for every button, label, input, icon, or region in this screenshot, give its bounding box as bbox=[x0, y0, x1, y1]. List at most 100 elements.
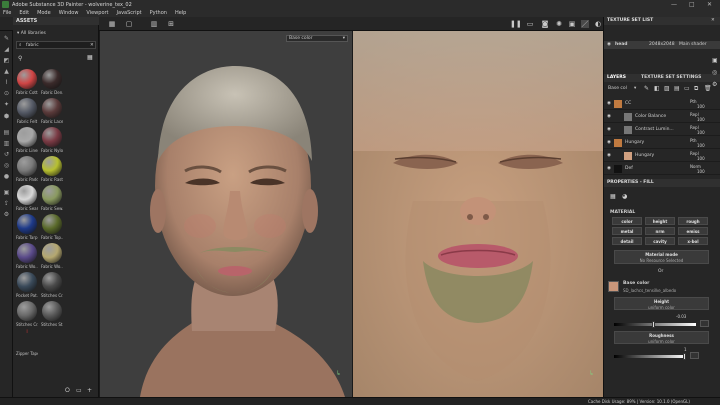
material-tile[interactable]: ╵ Zipper Tape bbox=[16, 330, 38, 356]
menu-help[interactable]: Help bbox=[175, 10, 186, 16]
export-icon[interactable]: ⇪ bbox=[3, 200, 10, 207]
material-tile[interactable]: Fabric Top... bbox=[41, 214, 63, 240]
layer-visibility-icon[interactable]: ◉ bbox=[607, 101, 611, 106]
material-tile[interactable]: Fabric Seam bbox=[16, 185, 38, 211]
viewport-2d[interactable]: Base color ▾ ┕ bbox=[353, 31, 603, 397]
material-tab-icon[interactable]: ◕ bbox=[622, 193, 627, 200]
add-effect-icon[interactable]: ✎ bbox=[644, 85, 649, 92]
display-settings-icon[interactable]: ◎ bbox=[3, 162, 10, 169]
material-tile[interactable]: Fabric Den... bbox=[41, 69, 63, 95]
panel-close-icon[interactable]: ✕ bbox=[711, 18, 715, 23]
eraser-tool-icon[interactable]: ◢ bbox=[3, 46, 10, 53]
menu-mode[interactable]: Mode bbox=[37, 10, 51, 16]
minimize-button[interactable]: — bbox=[671, 1, 677, 8]
duplicate-icon[interactable]: ⧉ bbox=[694, 85, 698, 93]
camera-icon[interactable]: ◙ bbox=[541, 20, 549, 28]
layer-visibility-icon[interactable]: ◉ bbox=[607, 153, 611, 158]
brush-tool-icon[interactable]: ／ bbox=[581, 20, 589, 28]
add-folder-icon[interactable]: ▭ bbox=[684, 85, 690, 92]
height-slider[interactable] bbox=[614, 323, 696, 326]
channel-toggle-x-bol[interactable]: x-bol bbox=[678, 237, 708, 245]
height-slider-handle[interactable] bbox=[652, 321, 655, 328]
assets-panel-icon[interactable]: ▤ bbox=[3, 129, 10, 136]
material-tile[interactable]: Stitches Cr... bbox=[16, 301, 38, 327]
display-mode-icon[interactable]: ⊞ bbox=[167, 20, 175, 28]
plugin-icon[interactable]: ⚙ bbox=[3, 211, 10, 218]
layer-visibility-icon[interactable]: ◉ bbox=[607, 127, 611, 132]
paint-tool-icon[interactable]: ✎ bbox=[3, 35, 10, 42]
menu-viewport[interactable]: Viewport bbox=[86, 10, 108, 16]
eye-icon[interactable]: ◉ bbox=[607, 42, 611, 47]
layer-opacity[interactable]: 100 bbox=[697, 169, 705, 174]
add-mask-icon[interactable]: ◧ bbox=[654, 85, 660, 92]
layer-opacity[interactable]: 100 bbox=[697, 130, 705, 135]
smudge-tool-icon[interactable]: ⌇ bbox=[3, 79, 10, 86]
asset-search-box[interactable]: ⌕ fabric ✕ bbox=[16, 41, 96, 49]
layer-row[interactable]: ◉ Hungary Pth 100 bbox=[604, 137, 720, 149]
side-texture-icon[interactable]: ▣ bbox=[712, 57, 718, 64]
material-tile[interactable]: Stitches St... bbox=[41, 301, 63, 327]
polygon-fill-icon[interactable]: ⬢ bbox=[3, 113, 10, 120]
channel-toggle-rough[interactable]: rough bbox=[678, 217, 708, 225]
fill-tab-icon[interactable]: ▦ bbox=[610, 193, 616, 200]
material-mode-button[interactable]: Material mode No Resource Selected bbox=[614, 250, 709, 264]
geometry-fill-icon[interactable]: ▲ bbox=[3, 68, 10, 75]
channel-toggle-height[interactable]: height bbox=[645, 217, 675, 225]
split-view-icon[interactable]: ▥ bbox=[150, 20, 158, 28]
render-icon[interactable]: ▭ bbox=[526, 20, 534, 28]
base-color-thumbnail[interactable] bbox=[608, 281, 619, 292]
layer-visibility-icon[interactable]: ◉ bbox=[607, 140, 611, 145]
material-tile[interactable]: Fabric Wo... bbox=[16, 243, 38, 269]
height-source-button[interactable]: Height uniform color bbox=[614, 297, 709, 310]
material-tile[interactable]: Pocket Pat... bbox=[16, 272, 38, 298]
viewport-3d[interactable]: Base color ▾ ┕ bbox=[100, 31, 352, 397]
material-tile[interactable]: Fabric Nylon bbox=[41, 127, 63, 153]
layer-row[interactable]: ◉ Hungary Repl 100 bbox=[604, 150, 720, 162]
layer-row[interactable]: ◉ Color Balance Repl 100 bbox=[604, 111, 720, 123]
grid-size-icon[interactable]: ▦ bbox=[87, 54, 93, 61]
material-tile[interactable]: Fabric Tarp... bbox=[16, 214, 38, 240]
layer-channel-select[interactable]: Base col bbox=[608, 86, 627, 91]
material-tile[interactable]: Fabric Lace bbox=[41, 98, 63, 124]
roughness-source-button[interactable]: Roughness uniform color bbox=[614, 331, 709, 344]
layer-blend-mode[interactable]: Pth bbox=[690, 138, 697, 143]
roughness-slider[interactable] bbox=[614, 355, 686, 358]
material-tile[interactable]: Fabric Linen bbox=[16, 127, 38, 153]
maximize-button[interactable]: □ bbox=[689, 1, 695, 8]
layer-blend-mode[interactable]: Pth bbox=[690, 99, 697, 104]
folder-icon[interactable]: ▭ bbox=[76, 387, 82, 394]
material-tile[interactable]: Fabric Padd... bbox=[16, 156, 38, 182]
menu-file[interactable]: File bbox=[3, 10, 11, 16]
history-icon[interactable]: ↺ bbox=[3, 151, 10, 158]
grid-view-icon[interactable]: ▦ bbox=[108, 20, 116, 28]
roughness-value-box[interactable] bbox=[690, 352, 699, 359]
add-fill-icon[interactable]: ▨ bbox=[664, 85, 670, 92]
channel-toggle-detail[interactable]: detail bbox=[612, 237, 642, 245]
picker-tool-icon[interactable]: ✦ bbox=[3, 101, 10, 108]
tab-layers[interactable]: LAYERS bbox=[607, 75, 626, 80]
projection-tool-icon[interactable]: ◩ bbox=[3, 57, 10, 64]
menu-edit[interactable]: Edit bbox=[19, 10, 29, 16]
channel-toggle-metal[interactable]: metal bbox=[612, 227, 642, 235]
clear-search-icon[interactable]: ✕ bbox=[90, 42, 94, 49]
pause-icon[interactable]: ❚❚ bbox=[510, 20, 522, 28]
layer-visibility-icon[interactable]: ◉ bbox=[607, 166, 611, 171]
layer-row[interactable]: ◉ CC Pth 100 bbox=[604, 98, 720, 110]
side-settings-icon[interactable]: ⚙ bbox=[712, 81, 717, 88]
delete-layer-icon[interactable]: 🗑 bbox=[704, 85, 712, 92]
layer-visibility-icon[interactable]: ◉ bbox=[607, 114, 611, 119]
channel-toggle-nrm[interactable]: nrm bbox=[645, 227, 675, 235]
layer-row[interactable]: ◉ Contrast Lumin... Repl 100 bbox=[604, 124, 720, 136]
material-tile[interactable]: Fabric Wo... bbox=[41, 243, 63, 269]
material-tile[interactable]: Fabric Sew... bbox=[41, 185, 63, 211]
menu-python[interactable]: Python bbox=[150, 10, 167, 16]
display-icon[interactable]: ▣ bbox=[568, 20, 576, 28]
roughness-slider-handle[interactable] bbox=[683, 353, 686, 360]
texture-set-shader[interactable]: Main shader bbox=[679, 42, 707, 47]
layer-opacity[interactable]: 100 bbox=[697, 143, 705, 148]
material-tile[interactable]: Fabric Cott... bbox=[16, 69, 38, 95]
layer-opacity[interactable]: 100 bbox=[697, 117, 705, 122]
shelf-icon[interactable]: ▥ bbox=[3, 140, 10, 147]
tab-texture-set-settings[interactable]: TEXTURE SET SETTINGS bbox=[641, 75, 701, 80]
camera-settings-icon[interactable]: ◐ bbox=[594, 20, 602, 28]
